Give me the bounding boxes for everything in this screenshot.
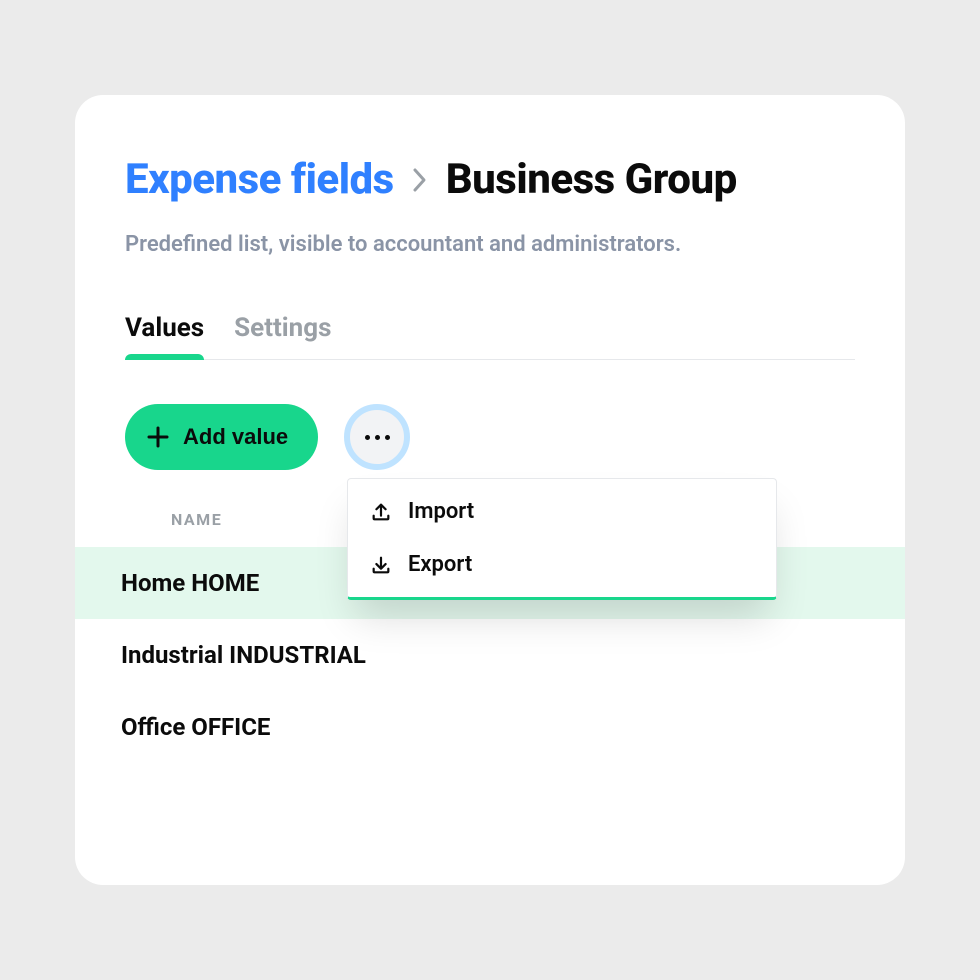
import-icon	[370, 501, 392, 523]
menu-item-export[interactable]: Export	[348, 538, 776, 591]
breadcrumb-root-link[interactable]: Expense fields	[125, 155, 394, 204]
plus-icon	[147, 426, 169, 448]
breadcrumb: Expense fields Business Group	[125, 155, 855, 204]
ellipsis-icon	[365, 435, 390, 440]
tab-settings[interactable]: Settings	[234, 313, 331, 359]
menu-item-export-label: Export	[408, 552, 472, 577]
more-actions-menu: Import Export	[347, 478, 777, 600]
add-value-label: Add value	[183, 424, 288, 450]
table-row[interactable]: Industrial INDUSTRIAL	[75, 619, 905, 691]
tabs: Values Settings	[125, 313, 855, 360]
export-icon	[370, 554, 392, 576]
tab-values[interactable]: Values	[125, 313, 204, 359]
toolbar: Add value Import	[125, 404, 855, 470]
settings-card: Expense fields Business Group Predefined…	[75, 95, 905, 885]
menu-item-import-label: Import	[408, 499, 474, 524]
table-row[interactable]: Office OFFICE	[75, 691, 905, 763]
breadcrumb-current: Business Group	[446, 155, 737, 204]
more-actions-button[interactable]	[344, 404, 410, 470]
add-value-button[interactable]: Add value	[125, 404, 318, 470]
page-description: Predefined list, visible to accountant a…	[125, 232, 855, 257]
menu-item-import[interactable]: Import	[348, 485, 776, 538]
chevron-right-icon	[412, 167, 428, 193]
